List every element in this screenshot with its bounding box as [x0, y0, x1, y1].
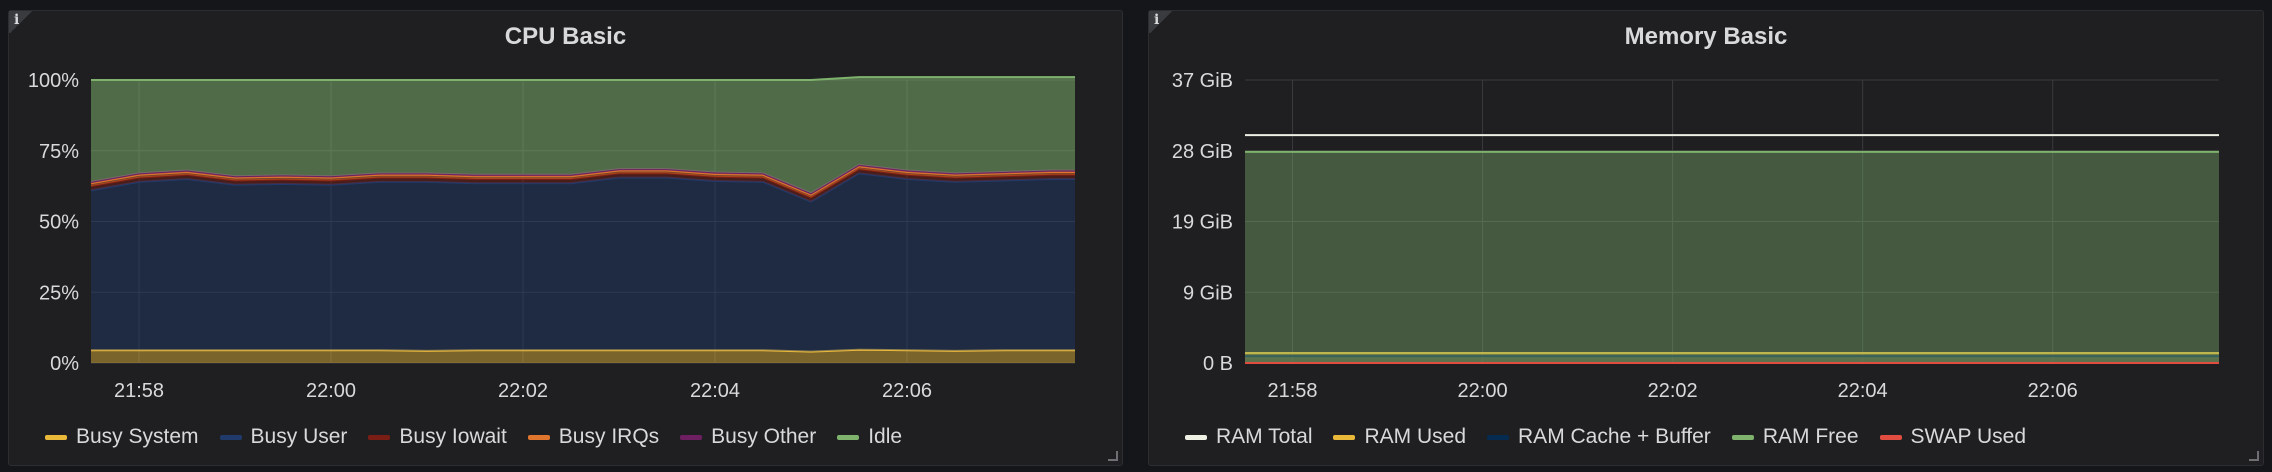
legend-swatch: [1731, 434, 1754, 440]
legend-swatch: [1487, 434, 1510, 440]
legend-item-idle[interactable]: Idle: [837, 425, 902, 449]
y-tick-label: 100%: [28, 70, 79, 92]
series-area-busy-system: [91, 349, 1075, 363]
legend-label: Idle: [868, 425, 903, 448]
legend-item-swap-used[interactable]: SWAP Used: [1879, 425, 2027, 449]
legend-swatch: [1185, 434, 1207, 440]
cpu-chart: 0% 25% 50% 75% 100% 21:58 22:00 22:02 22:04 22:06: [28, 70, 1075, 402]
y-tick-label: 0%: [50, 353, 79, 375]
memory-chart: 0 B 9 GiB 19 GiB 28 GiB 37 GiB 21:58 22:00 22:0…: [1172, 70, 2219, 402]
legend-label: RAM Total: [1216, 425, 1313, 448]
x-tick-label: 22:00: [306, 380, 356, 402]
y-tick-label: 28 GiB: [1172, 141, 1233, 163]
chart-legend: RAM Total RAM Used RAM Cache + Buffer RAM F…: [1185, 425, 2047, 449]
legend-label: Busy Iowait: [399, 425, 507, 448]
cpu-basic-panel: i CPU Basic 0% 25% 50% 75% 100% 21:58 22:00 22:…: [8, 10, 1123, 466]
legend-label: Busy System: [76, 425, 199, 448]
x-tick-label: 22:00: [1458, 380, 1508, 402]
legend-item-ram-free[interactable]: RAM Free: [1731, 425, 1859, 449]
y-tick-label: 9 GiB: [1183, 282, 1233, 304]
legend-label: Busy IRQs: [558, 425, 660, 448]
legend-swatch: [680, 434, 703, 440]
resize-handle[interactable]: [1108, 451, 1118, 461]
legend-label: RAM Cache + Buffer: [1518, 425, 1711, 448]
x-tick-label: 22:04: [690, 380, 740, 402]
legend-swatch: [1879, 434, 1902, 440]
legend-item-ram-cache-buffer[interactable]: RAM Cache + Buffer: [1487, 425, 1711, 449]
legend-item-busy-system[interactable]: Busy System: [45, 425, 199, 449]
legend-swatch: [368, 434, 391, 440]
legend-label: RAM Free: [1762, 425, 1859, 448]
legend-item-busy-other[interactable]: Busy Other: [680, 425, 816, 449]
legend-swatch: [527, 434, 550, 440]
legend-label: RAM Used: [1364, 425, 1467, 448]
x-tick-label: 21:58: [1267, 380, 1317, 402]
x-tick-label: 22:02: [498, 380, 548, 402]
legend-swatch: [45, 434, 67, 440]
x-tick-label: 22:06: [882, 380, 932, 402]
legend-label: Busy Other: [711, 425, 817, 448]
chart-legend: Busy System Busy User Busy Iowait Busy IRQs…: [45, 425, 923, 449]
legend-label: Busy User: [250, 425, 348, 448]
x-tick-label: 22:04: [1838, 380, 1888, 402]
y-tick-label: 75%: [39, 141, 79, 163]
legend-item-busy-iowait[interactable]: Busy Iowait: [368, 425, 507, 449]
y-tick-label: 0 B: [1203, 353, 1233, 375]
x-tick-label: 22:06: [2028, 380, 2078, 402]
legend-item-ram-total[interactable]: RAM Total: [1185, 425, 1312, 449]
series-area-busy-user: [91, 173, 1075, 352]
legend-item-ram-used[interactable]: RAM Used: [1333, 425, 1466, 449]
memory-basic-panel: i Memory Basic 0 B9 GiB 19 GiB 28 GiB 37 Gi…: [1148, 10, 2264, 466]
legend-swatch: [837, 434, 860, 440]
legend-swatch: [219, 434, 242, 440]
y-tick-label: 19 GiB: [1172, 212, 1233, 234]
legend-swatch: [1333, 434, 1356, 440]
series-area-ram-free: [1245, 151, 2219, 363]
y-tick-label: 50%: [39, 212, 79, 234]
legend-label: SWAP Used: [1910, 425, 2027, 448]
y-tick-label: 37 GiB: [1172, 70, 1233, 92]
legend-item-busy-irqs[interactable]: Busy IRQs: [527, 425, 660, 449]
resize-handle[interactable]: [2249, 451, 2259, 461]
legend-item-busy-user[interactable]: Busy User: [219, 425, 348, 449]
x-tick-label: 21:58: [114, 380, 164, 402]
x-tick-label: 22:02: [1648, 380, 1698, 402]
y-tick-label: 25%: [39, 282, 79, 304]
